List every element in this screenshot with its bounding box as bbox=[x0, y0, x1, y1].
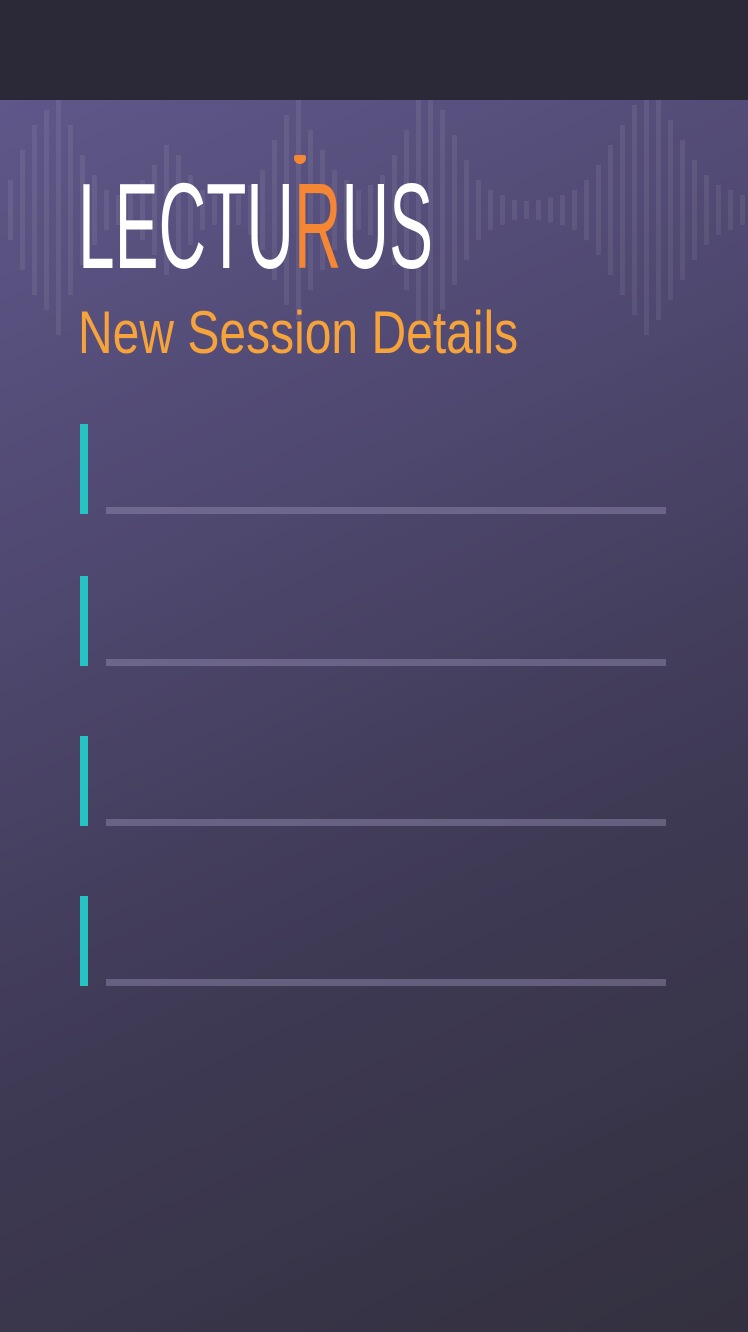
session-field-3[interactable] bbox=[80, 736, 666, 826]
waveform-bar bbox=[632, 105, 637, 315]
waveform-bar bbox=[560, 195, 565, 225]
session-field-1[interactable] bbox=[80, 424, 666, 514]
waveform-bar bbox=[704, 175, 709, 245]
waveform-bar bbox=[716, 185, 721, 235]
field-underline bbox=[106, 507, 666, 514]
waveform-bar bbox=[692, 160, 697, 260]
text-cursor bbox=[80, 896, 88, 986]
waveform-bar bbox=[44, 110, 49, 310]
waveform-bar bbox=[68, 125, 73, 295]
waveform-bar bbox=[20, 150, 25, 270]
field-underline bbox=[106, 659, 666, 666]
field-underline bbox=[106, 819, 666, 826]
waveform-bar bbox=[656, 100, 661, 320]
session-details-screen bbox=[0, 100, 748, 1332]
waveform-bar bbox=[668, 120, 673, 300]
waveform-bar bbox=[584, 180, 589, 240]
waveform-bar bbox=[32, 125, 37, 295]
waveform-bar bbox=[608, 145, 613, 275]
waveform-bar bbox=[476, 180, 481, 240]
waveform-bar bbox=[488, 190, 493, 230]
waveform-bar bbox=[620, 125, 625, 295]
waveform-bar bbox=[644, 100, 649, 335]
waveform-bar bbox=[536, 200, 541, 220]
page-title: New Session Details bbox=[78, 299, 519, 366]
waveform-bar bbox=[740, 195, 745, 225]
waveform-bar bbox=[548, 197, 553, 223]
waveform-bar bbox=[56, 100, 61, 335]
waveform-bar bbox=[524, 201, 529, 219]
text-cursor bbox=[80, 576, 88, 666]
waveform-bar bbox=[464, 160, 469, 260]
lecturus-logo: LECTURUS bbox=[78, 155, 438, 275]
session-field-2[interactable] bbox=[80, 576, 666, 666]
session-field-4[interactable] bbox=[80, 896, 666, 986]
top-bar bbox=[0, 0, 748, 100]
waveform-bar bbox=[8, 180, 13, 240]
waveform-bar bbox=[452, 135, 457, 285]
svg-text:LECTURUS: LECTURUS bbox=[78, 158, 433, 275]
waveform-bar bbox=[500, 195, 505, 225]
waveform-bar bbox=[596, 165, 601, 255]
field-underline bbox=[106, 979, 666, 986]
text-cursor bbox=[80, 736, 88, 826]
waveform-bar bbox=[728, 190, 733, 230]
waveform-bar bbox=[680, 140, 685, 280]
waveform-bar bbox=[440, 110, 445, 310]
text-cursor bbox=[80, 424, 88, 514]
waveform-bar bbox=[512, 200, 517, 220]
waveform-bar bbox=[572, 190, 577, 230]
